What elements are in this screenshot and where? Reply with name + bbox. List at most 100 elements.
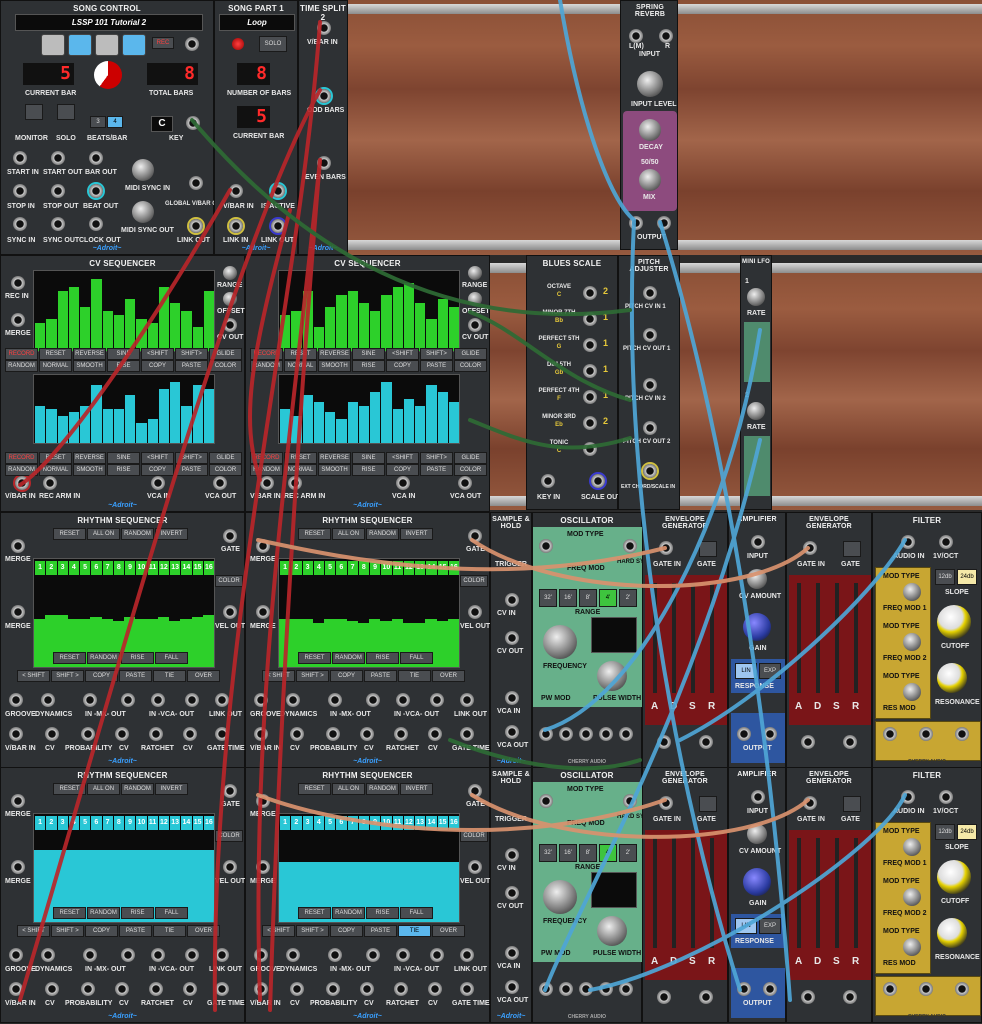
- vbar-in-jack[interactable]: [260, 476, 274, 490]
- cv-rise-button[interactable]: RISE: [352, 464, 385, 476]
- mod-knob[interactable]: [903, 583, 921, 601]
- gate-time-knob[interactable]: [460, 727, 474, 741]
- cv-shift-button[interactable]: <SHIFT: [141, 452, 174, 464]
- rhythm-bottom-button[interactable]: COPY: [330, 670, 363, 682]
- rhythm-mid-button[interactable]: RISE: [366, 907, 399, 919]
- cv-paste-button[interactable]: PASTE: [420, 464, 453, 476]
- step-number[interactable]: 2: [46, 561, 57, 575]
- cv-step-bar[interactable]: [437, 299, 448, 351]
- envelope-slider[interactable]: [653, 583, 657, 693]
- lin-button[interactable]: LIN: [735, 918, 757, 934]
- step-number[interactable]: 16: [203, 561, 214, 575]
- range-button[interactable]: 2': [619, 589, 637, 607]
- envelope-slider[interactable]: [835, 838, 839, 948]
- rhythm-mid-button[interactable]: FALL: [155, 907, 188, 919]
- cv-glide-button[interactable]: GLIDE: [454, 452, 487, 464]
- rhythm-bottom-button[interactable]: OVER: [187, 925, 220, 937]
- rhythm-bottom-button[interactable]: COPY: [330, 925, 363, 937]
- env-out-jack[interactable]: [801, 735, 815, 749]
- cv-sine-button[interactable]: SINE: [352, 452, 385, 464]
- velocity-bar[interactable]: [191, 617, 203, 667]
- vca-in-jack[interactable]: [505, 691, 519, 705]
- step-number[interactable]: 9: [125, 561, 136, 575]
- cv-jack[interactable]: [45, 982, 59, 996]
- cv-step-bar[interactable]: [302, 395, 313, 443]
- cv-step-bar[interactable]: [313, 402, 324, 443]
- cv-step-bar[interactable]: [203, 291, 214, 351]
- record-button[interactable]: [232, 38, 244, 50]
- filter-out-jack[interactable]: [919, 727, 933, 741]
- input-jack[interactable]: [751, 535, 765, 549]
- rec-arm-in-jack[interactable]: [43, 476, 57, 490]
- rhythm-top-button[interactable]: RESET: [53, 783, 86, 795]
- step-number[interactable]: 4: [68, 816, 79, 830]
- in-vca-jack[interactable]: [151, 948, 165, 962]
- cv-out-jack[interactable]: [468, 318, 482, 332]
- cv-jack-2[interactable]: [115, 982, 129, 996]
- in-vca-jack[interactable]: [151, 693, 165, 707]
- cv-jack-3[interactable]: [428, 982, 442, 996]
- step-number[interactable]: 10: [136, 561, 147, 575]
- cutoff-knob[interactable]: [937, 605, 971, 639]
- cv-copy-button[interactable]: COPY: [141, 360, 174, 372]
- pulse-width-knob[interactable]: [597, 916, 627, 946]
- cv-screen-green[interactable]: [33, 270, 215, 352]
- envelope-slider[interactable]: [816, 838, 820, 948]
- velocity-bar[interactable]: [34, 619, 46, 667]
- start-in-jack[interactable]: [13, 151, 27, 165]
- merge-jack[interactable]: [256, 794, 270, 808]
- rate-1-knob[interactable]: [747, 288, 765, 306]
- scale-note-jack[interactable]: [583, 416, 597, 430]
- ratchet-jack[interactable]: [394, 982, 408, 996]
- frequency-knob[interactable]: [543, 880, 577, 914]
- step-number[interactable]: 13: [415, 816, 426, 830]
- cv-step-bar[interactable]: [147, 419, 158, 443]
- cv-step-bar[interactable]: [336, 295, 347, 351]
- cv-step-bar[interactable]: [370, 392, 381, 443]
- cv-amount-knob[interactable]: [747, 824, 767, 844]
- input-jack[interactable]: [751, 790, 765, 804]
- step-number[interactable]: 10: [381, 561, 392, 575]
- bar-out-jack[interactable]: [89, 151, 103, 165]
- mod-knob[interactable]: [903, 888, 921, 906]
- vbar-in-jack[interactable]: [317, 21, 331, 35]
- vca-in-jack[interactable]: [396, 476, 410, 490]
- step-number[interactable]: 4: [313, 816, 324, 830]
- waveform-out-jack[interactable]: [579, 982, 593, 996]
- rhythm-bottom-button[interactable]: SHIFT >: [296, 925, 329, 937]
- color-button[interactable]: COLOR: [215, 575, 243, 587]
- filter-out-jack[interactable]: [883, 727, 897, 741]
- cv-copy-button[interactable]: COPY: [141, 464, 174, 476]
- link-in-jack[interactable]: [229, 219, 243, 233]
- cv-record-button[interactable]: RECORD: [5, 348, 38, 360]
- rhythm-mid-button[interactable]: FALL: [400, 652, 433, 664]
- rhythm-bottom-button[interactable]: COPY: [85, 670, 118, 682]
- range-knob[interactable]: [223, 266, 237, 280]
- cv-step-bar[interactable]: [291, 311, 302, 351]
- resonance-knob[interactable]: [937, 918, 967, 948]
- cv-step-bar[interactable]: [203, 388, 214, 443]
- sync-out-jack[interactable]: [51, 217, 65, 231]
- merge-jack[interactable]: [256, 539, 270, 553]
- waveform-out-jack[interactable]: [559, 982, 573, 996]
- rhythm-bottom-button[interactable]: TIE: [398, 670, 431, 682]
- cv-step-bar[interactable]: [426, 385, 437, 443]
- step-number[interactable]: 12: [403, 561, 414, 575]
- rhythm-top-button[interactable]: ALL ON: [87, 783, 120, 795]
- range-button[interactable]: 4': [599, 589, 617, 607]
- loop-button[interactable]: [122, 34, 146, 56]
- mod-knob[interactable]: [903, 633, 921, 651]
- out-vca-jack[interactable]: [430, 693, 444, 707]
- out-mx-jack[interactable]: [366, 948, 380, 962]
- cv-step-bar[interactable]: [358, 303, 369, 351]
- cv-jack-3[interactable]: [428, 727, 442, 741]
- step-number[interactable]: 3: [302, 816, 313, 830]
- envelope-slider[interactable]: [691, 583, 695, 693]
- monitor-button[interactable]: [25, 104, 43, 120]
- merge-jack[interactable]: [256, 605, 270, 619]
- filter-out-jack[interactable]: [883, 982, 897, 996]
- link-out-jack[interactable]: [460, 693, 474, 707]
- cv-step-bar[interactable]: [381, 381, 392, 443]
- cv-step-bar[interactable]: [102, 311, 113, 351]
- vca-out-jack[interactable]: [458, 476, 472, 490]
